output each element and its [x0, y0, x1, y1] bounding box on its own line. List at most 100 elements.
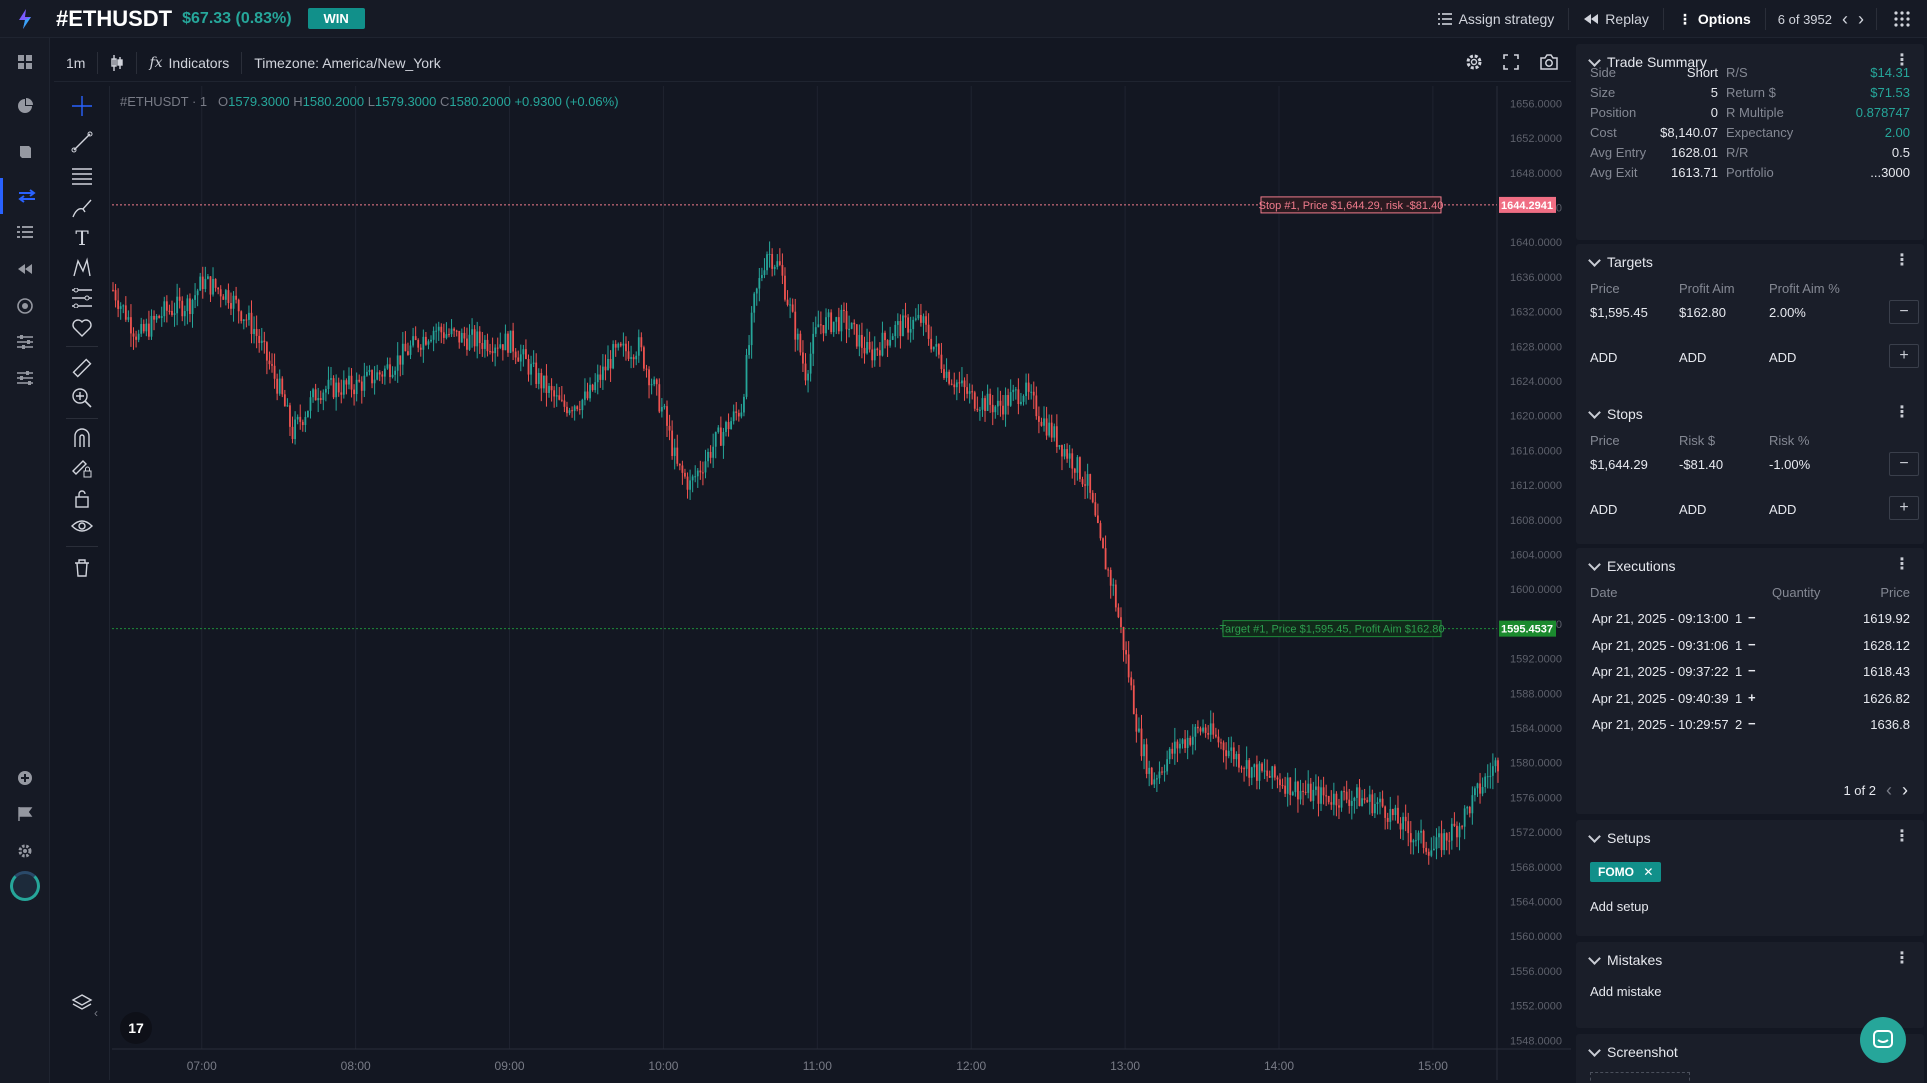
sliders-icon[interactable] — [0, 324, 50, 360]
table-row[interactable]: Apr 21, 2025 - 09:40:39 1 +1626.82 — [1584, 685, 1916, 711]
kebab-icon[interactable]: ⋮ — [1894, 253, 1910, 269]
pattern-icon[interactable] — [54, 252, 110, 284]
chevron-right-icon[interactable]: › — [1902, 780, 1908, 801]
add-circle-icon[interactable] — [0, 760, 50, 796]
remove-stop-button[interactable]: − — [1889, 452, 1919, 476]
remove-target-button[interactable]: − — [1889, 300, 1919, 324]
flag-icon[interactable] — [0, 796, 50, 832]
app-logo-icon[interactable] — [0, 0, 50, 38]
executions-header[interactable]: Executions — [1588, 557, 1675, 574]
add-target-button[interactable]: + — [1889, 344, 1919, 368]
collapse-toolbar-icon[interactable]: ‹ — [94, 1006, 98, 1020]
candle-body — [240, 311, 243, 321]
setups-header[interactable]: Setups — [1588, 829, 1651, 846]
chevron-left-icon[interactable]: ‹ — [1886, 780, 1892, 801]
heart-icon[interactable] — [54, 312, 110, 344]
chevron-right-icon[interactable]: › — [1858, 9, 1864, 30]
kebab-icon[interactable]: ⋮ — [1894, 829, 1910, 845]
candle-body — [1386, 817, 1389, 822]
add-stop-button[interactable]: + — [1889, 496, 1919, 520]
pie-chart-icon[interactable] — [0, 88, 50, 124]
assign-strategy-button[interactable]: Assign strategy — [1423, 0, 1569, 38]
add-setup-link[interactable]: Add setup — [1590, 899, 1649, 914]
table-row[interactable]: Apr 21, 2025 - 09:37:22 1− 1618.43 — [1584, 658, 1916, 684]
screenshot-dropzone[interactable] — [1590, 1072, 1690, 1083]
trades-icon[interactable] — [0, 178, 50, 214]
trend-line-icon[interactable] — [54, 126, 110, 158]
candle-body — [399, 355, 402, 365]
timezone-button[interactable]: Timezone: America/New_York — [242, 44, 452, 82]
options-button[interactable]: ⋮ Options — [1664, 0, 1765, 38]
candle-body — [884, 332, 886, 341]
checklist-icon[interactable] — [0, 214, 50, 250]
setup-tag[interactable]: FOMO ✕ — [1590, 862, 1662, 882]
candle-body — [896, 321, 899, 325]
candle-body — [1114, 584, 1117, 608]
target-add-profit-aim[interactable]: ADD — [1679, 350, 1706, 365]
chevron-left-icon[interactable]: ‹ — [1842, 9, 1848, 30]
candle-body — [760, 275, 763, 279]
chart-type-button[interactable] — [98, 44, 136, 82]
add-mistake-link[interactable]: Add mistake — [1590, 984, 1662, 999]
lock-pencil-icon[interactable] — [54, 452, 110, 484]
table-row[interactable]: Apr 21, 2025 - 10:29:57 2− 1636.8 — [1584, 711, 1916, 737]
settings-icon[interactable] — [1465, 53, 1483, 74]
table-row[interactable]: Apr 21, 2025 - 09:31:06 1− 1628.12 — [1584, 632, 1916, 658]
stop-add-price[interactable]: ADD — [1590, 502, 1617, 517]
target-icon[interactable] — [0, 288, 50, 324]
summary-value: 5 — [1710, 85, 1718, 100]
interval-button[interactable]: 1m — [54, 44, 97, 82]
candle-body — [1209, 723, 1212, 735]
target-add-price[interactable]: ADD — [1590, 350, 1617, 365]
summary-value: 2.00 — [1884, 125, 1910, 140]
brush-icon[interactable] — [54, 192, 110, 224]
horizontal-lines-icon[interactable] — [54, 160, 110, 192]
candle-body — [1304, 791, 1307, 793]
executions-pager: 1 of 2 ‹ › — [1843, 780, 1908, 801]
tradingview-logo-icon[interactable]: 17 — [120, 1012, 152, 1044]
journal-icon[interactable] — [0, 134, 50, 170]
screenshot-header[interactable]: Screenshot — [1588, 1043, 1678, 1060]
candle-body — [958, 382, 961, 384]
candle-body — [366, 371, 368, 376]
close-icon[interactable]: ✕ — [1643, 865, 1653, 879]
mistakes-header[interactable]: Mistakes — [1588, 951, 1662, 968]
target-add-profit-aim-pct[interactable]: ADD — [1769, 350, 1796, 365]
fib-icon[interactable] — [54, 282, 110, 314]
chat-support-button[interactable] — [1860, 1017, 1906, 1063]
filters-icon[interactable] — [0, 360, 50, 396]
ruler-icon[interactable] — [54, 352, 110, 384]
y-tick-label: 1564.0000 — [1510, 897, 1562, 909]
replay-nav-icon[interactable] — [0, 251, 50, 287]
summary-label: Cost — [1590, 125, 1617, 140]
chart-canvas[interactable]: 07:00 08:00 09:00 10:00 11:00 12:00 13:00 14:00… — [112, 86, 1571, 1080]
crosshair-icon[interactable] — [54, 90, 110, 122]
stop-add-risk[interactable]: ADD — [1679, 502, 1706, 517]
candle-body — [271, 364, 273, 366]
candle-body — [273, 365, 276, 379]
camera-icon[interactable] — [1539, 53, 1559, 73]
gear-icon[interactable] — [0, 833, 50, 869]
fullscreen-icon[interactable] — [1503, 53, 1519, 73]
magnet-icon[interactable] — [54, 422, 110, 454]
kebab-icon[interactable]: ⋮ — [1894, 557, 1910, 573]
stops-header[interactable]: Stops — [1588, 405, 1643, 422]
eye-icon[interactable] — [54, 510, 110, 542]
dashboard-icon[interactable] — [0, 44, 50, 80]
indicators-button[interactable]: fx Indicators — [137, 44, 241, 82]
apps-grid-icon[interactable] — [1877, 0, 1927, 38]
table-row[interactable]: Apr 21, 2025 - 09:13:00 1− 1619.92 — [1584, 605, 1916, 631]
price-chart[interactable]: 07:00 08:00 09:00 10:00 11:00 12:00 13:00 14:00… — [112, 86, 1571, 1080]
kebab-icon[interactable]: ⋮ — [1894, 405, 1910, 421]
kebab-icon[interactable]: ⋮ — [1894, 951, 1910, 967]
stop-add-risk-pct[interactable]: ADD — [1769, 502, 1796, 517]
candle-body — [1389, 809, 1392, 822]
replay-button[interactable]: Replay — [1569, 0, 1663, 38]
text-icon[interactable]: T — [54, 222, 110, 254]
zoom-in-icon[interactable] — [54, 382, 110, 414]
candle-body — [1294, 781, 1297, 793]
kebab-icon: ⋮ — [1677, 10, 1692, 27]
layers-icon[interactable] — [54, 987, 110, 1019]
targets-header[interactable]: Targets — [1588, 253, 1653, 270]
trash-icon[interactable] — [54, 552, 110, 584]
